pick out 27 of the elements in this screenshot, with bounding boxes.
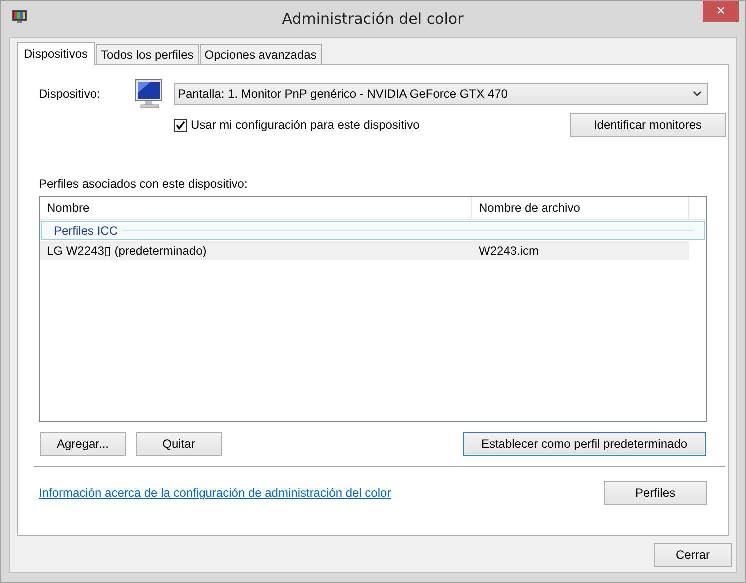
info-link[interactable]: Información acerca de la configuración de administración del color: [39, 486, 392, 500]
identify-monitors-button[interactable]: Identificar monitores: [570, 113, 726, 137]
add-button[interactable]: Agregar...: [40, 432, 126, 456]
group-header[interactable]: Perfiles ICC: [41, 221, 705, 240]
group-title: Perfiles ICC: [54, 224, 118, 238]
window-title: Administración del color: [282, 10, 464, 28]
device-label: Dispositivo:: [39, 87, 102, 101]
checkbox-label: Usar mi configuración para este dispositivo: [191, 118, 421, 132]
section-label: Perfiles asociados con este dispositivo:: [39, 177, 249, 191]
set-default-button[interactable]: Establecer como perfil predeterminado: [463, 432, 706, 456]
profiles-button[interactable]: Perfiles: [604, 481, 707, 505]
profile-row[interactable]: LG W2243▯ (predeterminado) W2243.icm: [40, 241, 689, 260]
remove-button[interactable]: Quitar: [136, 432, 222, 456]
device-dropdown[interactable]: Pantalla: 1. Monitor PnP genérico - NVIDIA GeForce GTX 470: [174, 83, 708, 105]
close-dialog-button[interactable]: Cerrar: [654, 543, 732, 567]
tab[interactable]: Opciones avanzadas: [200, 44, 322, 64]
checkbox[interactable]: [174, 118, 187, 132]
tab[interactable]: Todos los perfiles: [96, 44, 199, 64]
monitor-icon: [135, 78, 165, 110]
column-header[interactable]: Nombre: [40, 197, 472, 219]
column-header[interactable]: Nombre de archivo: [472, 197, 689, 219]
file-name: W2243.icm: [478, 244, 540, 258]
profile-name: LG W2243▯ (predeterminado): [46, 244, 208, 258]
tab[interactable]: Dispositivos: [17, 42, 96, 65]
caret-icon: [693, 91, 702, 97]
close-button[interactable]: ✕: [703, 1, 739, 22]
app-icon: [12, 10, 27, 24]
